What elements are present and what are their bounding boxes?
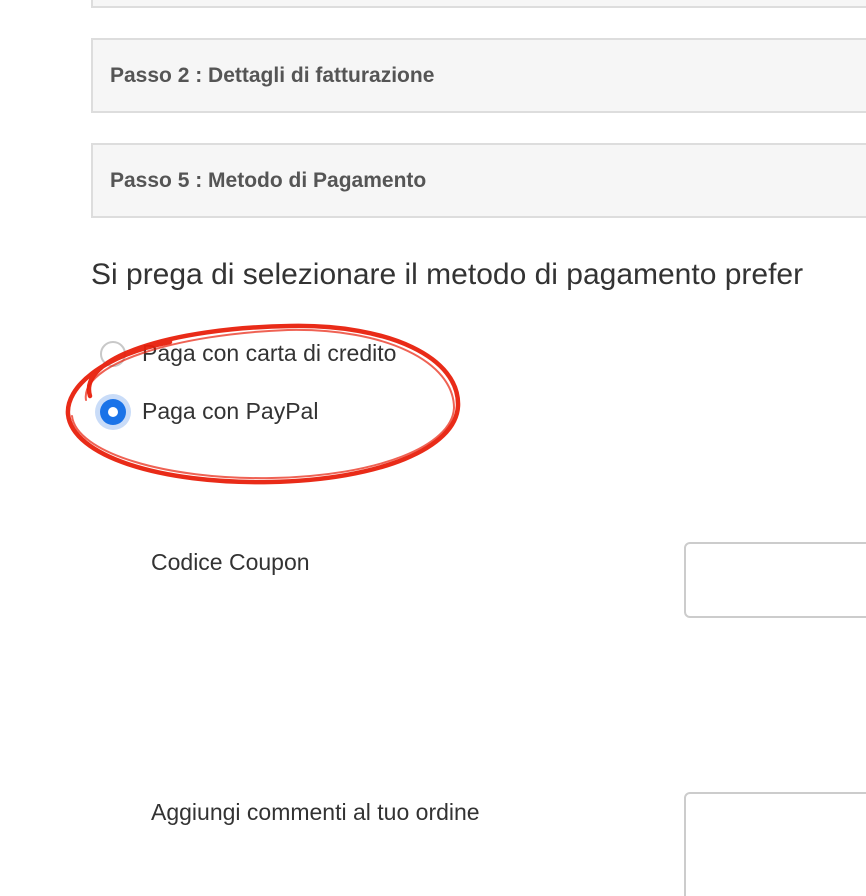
step-5-payment-panel[interactable]: Passo 5 : Metodo di Pagamento	[91, 143, 866, 218]
coupon-label: Codice Coupon	[151, 549, 310, 575]
previous-step-panel[interactable]	[91, 0, 866, 8]
credit-card-radio[interactable]	[100, 340, 126, 367]
coupon-input[interactable]	[684, 542, 866, 618]
step-5-title: Passo 5 : Metodo di Pagamento	[110, 169, 427, 192]
payment-instruction: Si prega di selezionare il metodo di pag…	[91, 258, 804, 291]
comments-label: Aggiungi commenti al tuo ordine	[151, 799, 480, 825]
paypal-label: Paga con PayPal	[142, 398, 319, 424]
step-2-title: Passo 2 : Dettagli di fatturazione	[110, 64, 435, 87]
comments-textarea[interactable]	[684, 792, 866, 896]
step-2-billing-panel[interactable]: Passo 2 : Dettagli di fatturazione	[91, 38, 866, 113]
payment-option-credit-card[interactable]: Paga con carta di credito	[100, 340, 396, 367]
payment-option-paypal[interactable]: Paga con PayPal	[100, 398, 318, 425]
credit-card-label: Paga con carta di credito	[142, 340, 397, 366]
paypal-radio[interactable]	[100, 398, 126, 425]
checkout-page: Passo 2 : Dettagli di fatturazione Passo…	[0, 0, 866, 896]
